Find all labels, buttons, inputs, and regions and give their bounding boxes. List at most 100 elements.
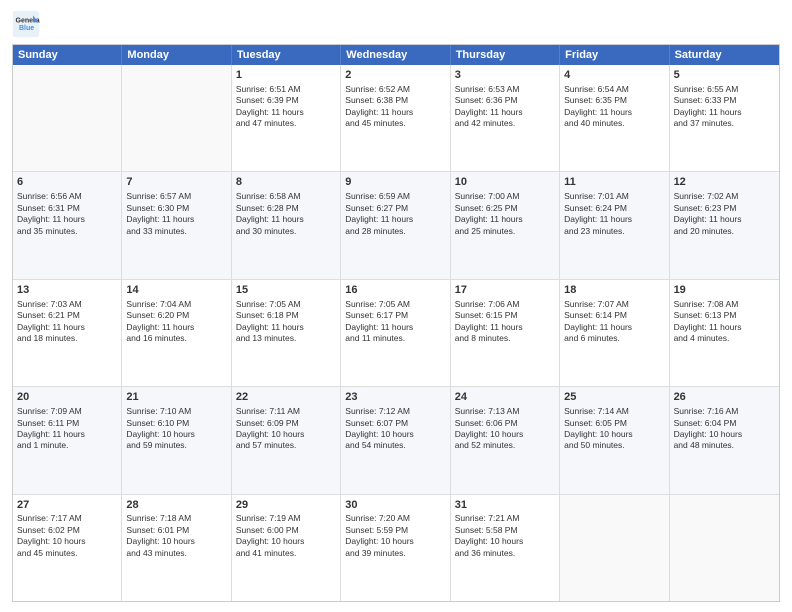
day-info-line: Daylight: 11 hours xyxy=(455,214,555,225)
day-info-line: Daylight: 10 hours xyxy=(126,536,226,547)
calendar-cell: 2Sunrise: 6:52 AMSunset: 6:38 PMDaylight… xyxy=(341,65,450,171)
day-info-line: and 18 minutes. xyxy=(17,333,117,344)
day-number: 28 xyxy=(126,498,226,513)
day-info-line: and 30 minutes. xyxy=(236,226,336,237)
calendar-row: 1Sunrise: 6:51 AMSunset: 6:39 PMDaylight… xyxy=(13,65,779,171)
day-info-line: Daylight: 11 hours xyxy=(236,322,336,333)
day-info-line: Daylight: 11 hours xyxy=(674,214,775,225)
day-info-line: Sunset: 6:36 PM xyxy=(455,95,555,106)
day-info-line: and 52 minutes. xyxy=(455,440,555,451)
day-info-line: and 45 minutes. xyxy=(17,548,117,559)
day-info-line: and 23 minutes. xyxy=(564,226,664,237)
calendar-cell: 16Sunrise: 7:05 AMSunset: 6:17 PMDayligh… xyxy=(341,280,450,386)
day-info-line: Sunrise: 6:51 AM xyxy=(236,84,336,95)
day-info-line: and 54 minutes. xyxy=(345,440,445,451)
day-info-line: Daylight: 11 hours xyxy=(126,322,226,333)
calendar-cell: 20Sunrise: 7:09 AMSunset: 6:11 PMDayligh… xyxy=(13,387,122,493)
day-info-line: Sunrise: 7:18 AM xyxy=(126,513,226,524)
day-info-line: and 4 minutes. xyxy=(674,333,775,344)
day-info-line: Sunset: 6:30 PM xyxy=(126,203,226,214)
day-info-line: and 33 minutes. xyxy=(126,226,226,237)
day-info-line: Sunrise: 7:11 AM xyxy=(236,406,336,417)
day-info-line: Sunset: 6:14 PM xyxy=(564,310,664,321)
day-info-line: and 35 minutes. xyxy=(17,226,117,237)
day-info-line: Sunset: 6:39 PM xyxy=(236,95,336,106)
day-number: 29 xyxy=(236,498,336,513)
calendar-cell: 25Sunrise: 7:14 AMSunset: 6:05 PMDayligh… xyxy=(560,387,669,493)
day-info-line: Sunset: 6:06 PM xyxy=(455,418,555,429)
day-number: 21 xyxy=(126,390,226,405)
day-info-line: Daylight: 11 hours xyxy=(17,214,117,225)
calendar-cell: 1Sunrise: 6:51 AMSunset: 6:39 PMDaylight… xyxy=(232,65,341,171)
day-info-line: Sunrise: 7:05 AM xyxy=(345,299,445,310)
day-info-line: Sunset: 5:59 PM xyxy=(345,525,445,536)
day-info-line: Sunset: 6:09 PM xyxy=(236,418,336,429)
day-info-line: Sunrise: 6:54 AM xyxy=(564,84,664,95)
day-info-line: Daylight: 10 hours xyxy=(674,429,775,440)
day-info-line: Daylight: 11 hours xyxy=(345,214,445,225)
calendar-cell: 24Sunrise: 7:13 AMSunset: 6:06 PMDayligh… xyxy=(451,387,560,493)
calendar-row: 27Sunrise: 7:17 AMSunset: 6:02 PMDayligh… xyxy=(13,494,779,601)
day-info-line: Sunrise: 6:58 AM xyxy=(236,191,336,202)
day-number: 18 xyxy=(564,283,664,298)
day-info-line: Sunrise: 7:03 AM xyxy=(17,299,117,310)
day-info-line: Daylight: 11 hours xyxy=(126,214,226,225)
day-info-line: and 50 minutes. xyxy=(564,440,664,451)
day-info-line: Daylight: 11 hours xyxy=(564,322,664,333)
weekday-header: Saturday xyxy=(670,45,779,65)
weekday-header: Thursday xyxy=(451,45,560,65)
day-info-line: Sunset: 6:31 PM xyxy=(17,203,117,214)
day-info-line: Sunset: 6:10 PM xyxy=(126,418,226,429)
day-info-line: and 42 minutes. xyxy=(455,118,555,129)
day-info-line: Daylight: 11 hours xyxy=(236,107,336,118)
day-number: 26 xyxy=(674,390,775,405)
day-number: 13 xyxy=(17,283,117,298)
day-number: 17 xyxy=(455,283,555,298)
day-number: 5 xyxy=(674,68,775,83)
day-info-line: Sunrise: 7:08 AM xyxy=(674,299,775,310)
day-info-line: Sunrise: 7:12 AM xyxy=(345,406,445,417)
day-info-line: Sunset: 6:23 PM xyxy=(674,203,775,214)
day-info-line: Sunrise: 7:04 AM xyxy=(126,299,226,310)
day-info-line: Sunset: 6:21 PM xyxy=(17,310,117,321)
day-number: 11 xyxy=(564,175,664,190)
day-info-line: Sunset: 6:27 PM xyxy=(345,203,445,214)
day-info-line: Daylight: 11 hours xyxy=(455,322,555,333)
day-info-line: Sunset: 6:02 PM xyxy=(17,525,117,536)
calendar-cell: 31Sunrise: 7:21 AMSunset: 5:58 PMDayligh… xyxy=(451,495,560,601)
weekday-header: Tuesday xyxy=(232,45,341,65)
day-info-line: Daylight: 10 hours xyxy=(455,429,555,440)
calendar-cell: 11Sunrise: 7:01 AMSunset: 6:24 PMDayligh… xyxy=(560,172,669,278)
calendar-row: 6Sunrise: 6:56 AMSunset: 6:31 PMDaylight… xyxy=(13,171,779,278)
calendar-header: SundayMondayTuesdayWednesdayThursdayFrid… xyxy=(13,45,779,65)
calendar-cell xyxy=(560,495,669,601)
calendar-cell: 6Sunrise: 6:56 AMSunset: 6:31 PMDaylight… xyxy=(13,172,122,278)
day-info-line: and 6 minutes. xyxy=(564,333,664,344)
day-info-line: Daylight: 10 hours xyxy=(126,429,226,440)
day-info-line: Sunrise: 7:17 AM xyxy=(17,513,117,524)
calendar-cell: 15Sunrise: 7:05 AMSunset: 6:18 PMDayligh… xyxy=(232,280,341,386)
day-info-line: and 28 minutes. xyxy=(345,226,445,237)
day-number: 22 xyxy=(236,390,336,405)
calendar-cell: 5Sunrise: 6:55 AMSunset: 6:33 PMDaylight… xyxy=(670,65,779,171)
day-info-line: Daylight: 11 hours xyxy=(17,322,117,333)
weekday-header: Friday xyxy=(560,45,669,65)
page: General Blue SundayMondayTuesdayWednesda… xyxy=(0,0,792,612)
day-info-line: Sunset: 6:20 PM xyxy=(126,310,226,321)
day-number: 24 xyxy=(455,390,555,405)
day-info-line: Sunset: 6:24 PM xyxy=(564,203,664,214)
day-info-line: Sunrise: 7:07 AM xyxy=(564,299,664,310)
day-info-line: Sunrise: 6:59 AM xyxy=(345,191,445,202)
day-info-line: and 45 minutes. xyxy=(345,118,445,129)
day-info-line: Daylight: 10 hours xyxy=(455,536,555,547)
day-info-line: Sunrise: 6:52 AM xyxy=(345,84,445,95)
day-info-line: Daylight: 11 hours xyxy=(236,214,336,225)
day-number: 31 xyxy=(455,498,555,513)
day-number: 25 xyxy=(564,390,664,405)
day-info-line: Sunset: 6:38 PM xyxy=(345,95,445,106)
day-info-line: Daylight: 10 hours xyxy=(17,536,117,547)
day-number: 7 xyxy=(126,175,226,190)
day-number: 19 xyxy=(674,283,775,298)
header: General Blue xyxy=(12,10,780,38)
day-info-line: Sunrise: 7:01 AM xyxy=(564,191,664,202)
